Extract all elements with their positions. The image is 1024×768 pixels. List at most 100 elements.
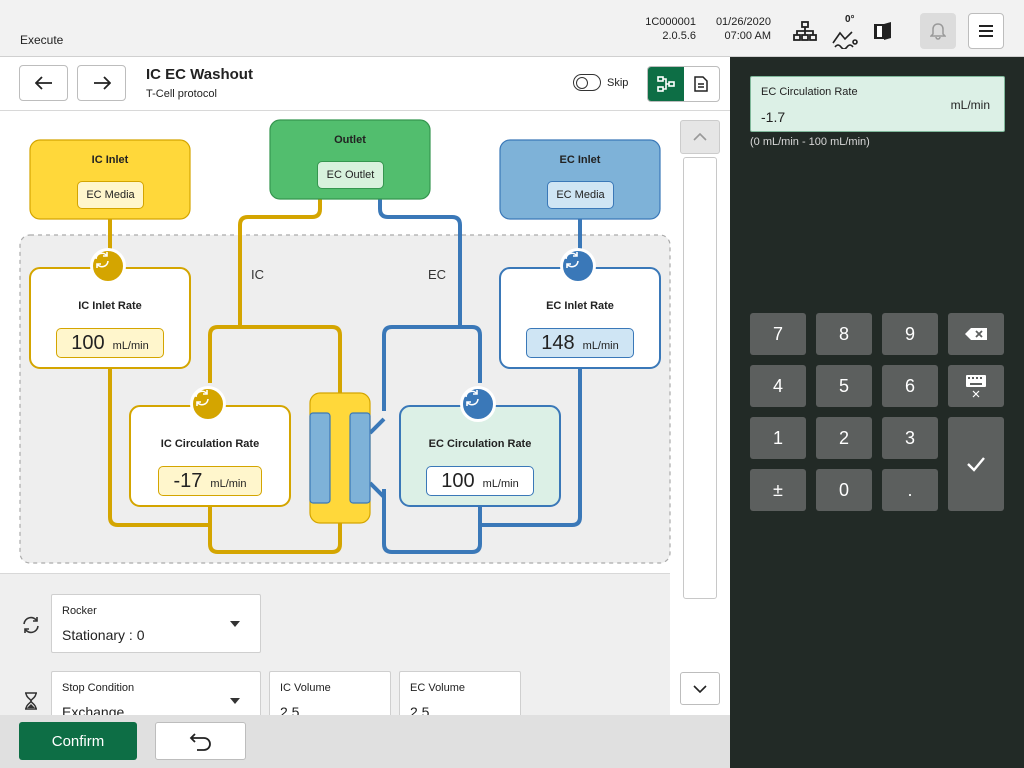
key-1[interactable]: 1 [750,417,806,459]
back-button[interactable] [19,65,68,101]
ic-volume-label: IC Volume [280,682,331,694]
arrow-left-icon [34,76,52,90]
scroll-down-button[interactable] [680,672,720,705]
undo-button[interactable] [155,722,246,760]
ec-inlet-title: EC Inlet [559,154,601,166]
view-switcher[interactable] [647,66,720,102]
diagram-view-button[interactable] [648,67,684,101]
task-header: IC EC Washout T-Cell protocol Skip [0,57,730,111]
key-2[interactable]: 2 [816,417,872,459]
ic-inlet-rate-field[interactable]: 100 mL/min [56,328,164,358]
ec-volume-field[interactable]: EC Volume 2.5 [399,671,521,715]
skip-toggle[interactable]: Skip [573,74,628,91]
dropdown-caret-icon [230,621,240,627]
hourglass-icon [20,690,42,712]
date: 01/26/2020 [715,16,771,28]
rocker-value: Stationary : 0 [62,627,145,643]
backspace-key[interactable] [948,313,1004,355]
menu-button[interactable] [968,13,1004,49]
key-plus-minus[interactable]: ± [750,469,806,511]
ic-pipe-label: IC [251,267,264,282]
keypad-field-label: EC Circulation Rate [761,86,858,98]
keypad-value: -1.7 [761,109,786,125]
keypad-unit: mL/min [950,98,990,112]
ec-inlet-source[interactable]: EC Media [547,181,614,209]
key-8[interactable]: 8 [816,313,872,355]
ic-circ-rate-title: IC Circulation Rate [160,438,260,450]
ec-volume-value: 2.5 [410,704,430,715]
keypad-range-hint: (0 mL/min - 100 mL/min) [750,136,870,148]
ic-inlet-source[interactable]: EC Media [77,181,144,209]
software-version: 2.0.5.6 [662,30,696,42]
ic-inlet-pump-icon[interactable] [90,248,126,284]
footer-bar: Confirm [0,715,730,768]
backspace-icon [965,328,987,340]
ic-inlet-rate-unit: mL/min [112,340,149,352]
date-time: 01/26/2020 07:00 AM [700,15,771,43]
door-icon[interactable] [866,14,900,48]
dropdown-caret-icon [230,698,240,704]
keyboard-icon [966,375,986,387]
key-7[interactable]: 7 [750,313,806,355]
toggle-switch[interactable] [573,74,601,91]
task-title: IC EC Washout [146,66,253,83]
key-0[interactable]: 0 [816,469,872,511]
mode-label: Execute [20,33,64,47]
key-4[interactable]: 4 [750,365,806,407]
flow-diagram-icon [656,76,675,92]
ec-inlet-rate-title: EC Inlet Rate [546,300,614,312]
stop-condition-select[interactable]: Stop Condition Exchange [51,671,261,715]
bell-icon [930,23,946,40]
ic-circ-pump-icon[interactable] [190,386,226,422]
ec-inlet-rate-field[interactable]: 148 mL/min [526,328,634,358]
key-decimal[interactable]: . [882,469,938,511]
system-info: 1C000001 2.0.5.6 [620,15,696,43]
confirm-button[interactable]: Confirm [19,722,137,760]
arrow-right-icon [93,76,111,90]
system-id: 1C000001 [645,16,696,28]
ic-circ-rate-field[interactable]: -17 mL/min [158,466,262,496]
ec-volume-label: EC Volume [410,682,466,694]
membrane-left [309,412,331,504]
settings-form: Rocker Stationary : 0 Stop Condition Exc… [0,573,670,715]
key-6[interactable]: 6 [882,365,938,407]
notifications-button[interactable] [920,13,956,49]
top-bar: Execute 1C000001 2.0.5.6 01/26/2020 07:0… [0,0,1024,57]
ec-circ-rate-field[interactable]: 100 mL/min [426,466,534,496]
ic-volume-field[interactable]: IC Volume 2.5 [269,671,391,715]
scroll-up-button[interactable] [680,120,720,154]
stop-condition-value: Exchange [62,704,125,715]
key-3[interactable]: 3 [882,417,938,459]
rocker-label: Rocker [62,605,97,617]
key-5[interactable]: 5 [816,365,872,407]
ec-circ-rate-title: EC Circulation Rate [428,438,532,450]
chevron-down-icon [693,684,707,693]
outlet-destination[interactable]: EC Outlet [317,161,384,189]
ic-circ-rate-value: -17 [173,470,203,492]
close-icon [972,390,980,398]
scroll-track[interactable] [683,157,717,599]
ec-inlet-pump-icon[interactable] [560,248,596,284]
enter-key[interactable] [948,417,1004,511]
close-keyboard-key[interactable] [948,365,1004,407]
rocker-icon [20,614,42,636]
forward-button[interactable] [77,65,126,101]
key-9[interactable]: 9 [882,313,938,355]
checkmark-icon [967,457,985,472]
keypad-display[interactable]: EC Circulation Rate mL/min -1.7 [750,76,1005,132]
incubator-status-icon[interactable] [828,22,862,56]
membrane-right [349,412,371,504]
undo-icon [189,733,211,751]
numeric-keypad-panel: EC Circulation Rate mL/min -1.7 (0 mL/mi… [730,57,1024,768]
ec-circ-rate-unit: mL/min [482,478,519,490]
rocker-select[interactable]: Rocker Stationary : 0 [51,594,261,653]
outlet-title: Outlet [334,134,366,146]
hamburger-icon [979,25,993,37]
document-icon [694,76,708,92]
document-view-button[interactable] [684,67,720,101]
ec-circ-rate-value: 100 [441,470,475,492]
task-subtitle: T-Cell protocol [146,88,217,100]
ec-circ-pump-icon[interactable] [460,386,496,422]
flow-diagram: IC Inlet EC Media Outlet EC Outlet EC In… [0,111,680,571]
network-icon[interactable] [788,14,822,48]
